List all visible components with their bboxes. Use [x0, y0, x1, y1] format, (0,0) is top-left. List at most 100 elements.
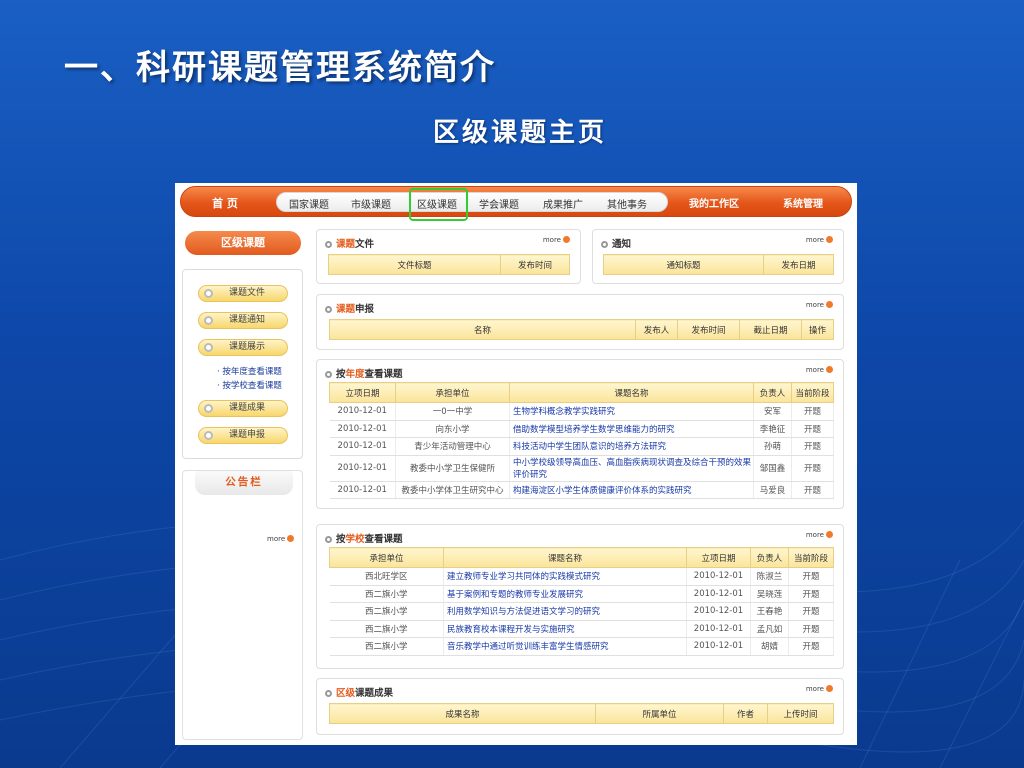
more-link[interactable]: more — [806, 531, 833, 539]
col-header: 发布日期 — [763, 254, 834, 275]
topic-link[interactable]: 利用数学知识与方法促进语文学习的研究 — [443, 602, 687, 621]
table-row[interactable]: 2010-12-01 向东小学 借助数学模型培养学生数学思维能力的研究 李艳征 开题 — [329, 420, 834, 438]
bulletin-board — [182, 470, 303, 740]
table-cell: 开题 — [791, 481, 834, 499]
bullet-icon — [204, 343, 213, 352]
more-link[interactable]: more — [806, 301, 833, 309]
table-cell: 2010-12-01 — [329, 481, 396, 499]
table-row[interactable]: 2010-12-01 青少年活动管理中心 科技活动中学生团队意识的培养方法研究 孙萌开… — [329, 437, 834, 456]
table-cell: 开题 — [791, 420, 834, 438]
table-cell: 一0一中学 — [395, 402, 510, 421]
table-cell: 青少年活动管理中心 — [395, 437, 510, 456]
col-header: 操作 — [801, 319, 834, 340]
nav-item-other[interactable]: 其他事务 — [607, 196, 647, 211]
nav-my-workspace[interactable]: 我的工作区 — [689, 195, 739, 210]
table-cell: 马爱良 — [753, 481, 792, 499]
table-row[interactable]: 西二旗小学 民族教育校本课程开发与实施研究 2010-12-01 孟凡如 开题 — [329, 620, 834, 638]
table-cell: 西北旺学区 — [329, 567, 444, 586]
sidebar-menu: 课题文件 课题通知 课题展示 · 按年度查看课题 · 按学校查看课题 课题成果 … — [182, 269, 303, 459]
apply-panel: 课题申报 more 名称 发布人 发布时间 截止日期 操作 — [316, 294, 844, 350]
arrow-icon — [826, 531, 833, 538]
table-cell: 安军 — [753, 402, 792, 421]
table-row[interactable]: 西二旗小学 音乐教学中通过听觉训练丰富学生情感研究 2010-12-01 胡婧 开题 — [329, 637, 834, 656]
nav-item-national[interactable]: 国家课题 — [289, 196, 329, 211]
col-header: 立项日期 — [329, 382, 396, 403]
col-header: 截止日期 — [739, 319, 802, 340]
files-panel: 课题文件 more 文件标题 发布时间 — [316, 229, 581, 284]
table-cell: 开题 — [788, 567, 834, 586]
notice-panel: 通知 more 通知标题 发布日期 — [592, 229, 844, 284]
table-cell: 李艳征 — [753, 420, 792, 438]
col-header: 承担单位 — [395, 382, 510, 403]
topic-link[interactable]: 构建海淀区小学生体质健康评价体系的实践研究 — [509, 481, 754, 499]
nav-item-society[interactable]: 学会课题 — [479, 196, 519, 211]
sidebar-link-by-year[interactable]: · 按年度查看课题 — [217, 365, 282, 377]
table-cell: 开题 — [788, 602, 834, 621]
sidebar-btn-notices[interactable]: 课题通知 — [198, 312, 288, 329]
table-cell: 教委中小学卫生保健所 — [395, 455, 510, 482]
table-cell: 吴晓莲 — [750, 585, 789, 603]
table-cell: 开题 — [791, 455, 834, 482]
topic-link[interactable]: 生物学科概念教学实践研究 — [509, 402, 754, 421]
table-cell: 2010-12-01 — [329, 437, 396, 456]
nav-item-promotion[interactable]: 成果推广 — [543, 196, 583, 211]
topic-link[interactable]: 借助数学模型培养学生数学思维能力的研究 — [509, 420, 754, 438]
col-header: 成果名称 — [329, 703, 596, 724]
table-cell: 王春艳 — [750, 602, 789, 621]
nav-system-admin[interactable]: 系统管理 — [783, 195, 823, 210]
more-link[interactable]: more — [543, 236, 570, 244]
arrow-icon — [563, 236, 570, 243]
bullet-icon — [325, 536, 332, 543]
col-header: 通知标题 — [603, 254, 764, 275]
more-link[interactable]: more — [806, 366, 833, 374]
table-cell: 教委中小学体卫生研究中心 — [395, 481, 510, 499]
table-cell: 西二旗小学 — [329, 602, 444, 621]
topic-link[interactable]: 基于案例和专题的教师专业发展研究 — [443, 585, 687, 603]
table-row[interactable]: 西二旗小学 利用数学知识与方法促进语文学习的研究 2010-12-01 王春艳 开题 — [329, 602, 834, 621]
table-row[interactable]: 2010-12-01 一0一中学 生物学科概念教学实践研究 安军 开题 — [329, 402, 834, 421]
table-cell: 2010-12-01 — [686, 567, 751, 586]
sidebar-btn-results[interactable]: 课题成果 — [198, 400, 288, 417]
topic-link[interactable]: 科技活动中学生团队意识的培养方法研究 — [509, 437, 754, 456]
slide-title: 一、科研课题管理系统简介 — [64, 48, 496, 88]
bullet-icon — [325, 690, 332, 697]
col-header: 当前阶段 — [788, 547, 834, 568]
sidebar-btn-showcase[interactable]: 课题展示 — [198, 339, 288, 356]
arrow-icon — [287, 535, 295, 542]
sidebar-btn-apply[interactable]: 课题申报 — [198, 427, 288, 444]
nav-home[interactable]: 首 页 — [204, 195, 246, 211]
more-link[interactable]: more — [806, 685, 833, 693]
nav-item-city[interactable]: 市级课题 — [351, 196, 391, 211]
bulletin-more-link[interactable]: more — [267, 535, 295, 543]
table-cell: 2010-12-01 — [686, 602, 751, 621]
table-cell: 西二旗小学 — [329, 620, 444, 638]
arrow-icon — [826, 685, 833, 692]
table-row[interactable]: 2010-12-01 教委中小学卫生保健所 中小学校级领导高血压、高血脂疾病现状调查… — [329, 455, 834, 482]
table-cell: 开题 — [788, 620, 834, 638]
topic-link[interactable]: 建立教师专业学习共同体的实践模式研究 — [443, 567, 687, 586]
app-screenshot: 首 页 国家课题 市级课题 区级课题 学会课题 成果推广 其他事务 我的工作区 … — [175, 183, 857, 745]
table-cell: 开题 — [788, 585, 834, 603]
table-cell: 2010-12-01 — [686, 620, 751, 638]
sidebar-link-by-school[interactable]: · 按学校查看课题 — [217, 379, 282, 391]
col-header: 课题名称 — [509, 382, 754, 403]
col-header: 名称 — [329, 319, 636, 340]
table-cell: 西二旗小学 — [329, 585, 444, 603]
bullet-icon — [325, 371, 332, 378]
topic-link[interactable]: 中小学校级领导高血压、高血脂疾病现状调查及综合干预的效果评价研究 — [509, 455, 754, 482]
sidebar-btn-files[interactable]: 课题文件 — [198, 285, 288, 302]
panel-title: 按学校查看课题 — [325, 531, 403, 545]
table-row[interactable]: 西二旗小学 基于案例和专题的教师专业发展研究 2010-12-01 吴晓莲 开题 — [329, 585, 834, 603]
apply-table: 名称 发布人 发布时间 截止日期 操作 — [329, 319, 834, 340]
table-cell: 2010-12-01 — [329, 402, 396, 421]
table-cell: 开题 — [791, 402, 834, 421]
topic-link[interactable]: 民族教育校本课程开发与实施研究 — [443, 620, 687, 638]
topic-link[interactable]: 音乐教学中通过听觉训练丰富学生情感研究 — [443, 637, 687, 656]
table-row[interactable]: 2010-12-01 教委中小学体卫生研究中心 构建海淀区小学生体质健康评价体系的实… — [329, 481, 834, 499]
by-school-panel: 按学校查看课题 more 承担单位 课题名称 立项日期 负责人 当前阶段 西北旺… — [316, 524, 844, 669]
table-cell: 陈淑兰 — [750, 567, 789, 586]
table-row[interactable]: 西北旺学区 建立教师专业学习共同体的实践模式研究 2010-12-01 陈淑兰 开题 — [329, 567, 834, 586]
col-header: 所属单位 — [595, 703, 724, 724]
col-header: 文件标题 — [328, 254, 501, 275]
more-link[interactable]: more — [806, 236, 833, 244]
